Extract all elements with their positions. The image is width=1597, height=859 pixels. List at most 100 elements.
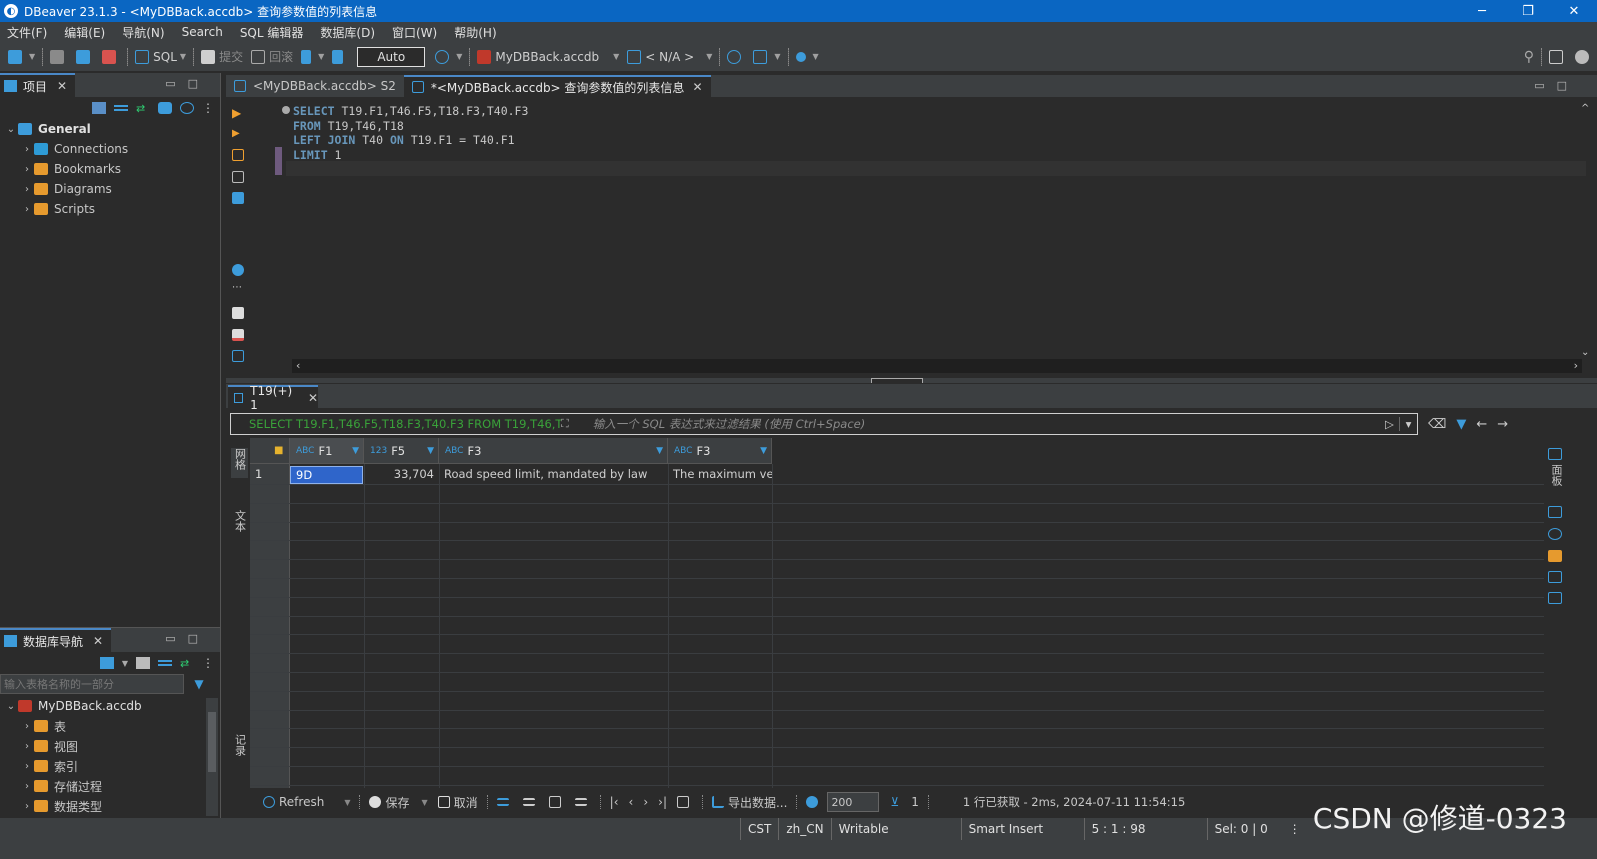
more-icon[interactable]: ⋮ — [202, 101, 214, 115]
tree-root-general[interactable]: ⌄ General — [0, 119, 220, 139]
tree-item-tables[interactable]: › 表 — [0, 716, 220, 736]
scroll-up-icon[interactable]: ^ — [1581, 103, 1589, 114]
datasource-selector[interactable]: MyDBBack.accdb ▼ — [473, 46, 623, 68]
filter-history-dropdown[interactable]: ▾ — [1399, 417, 1417, 431]
edit-row-button[interactable] — [492, 798, 518, 806]
history-button[interactable]: ▼ — [431, 46, 466, 68]
view-grid-tab[interactable]: 网格 — [231, 448, 248, 478]
tree-item-connections[interactable]: › Connections — [0, 139, 220, 159]
console-icon[interactable] — [232, 192, 244, 204]
grid-corner[interactable]: ■ — [250, 438, 290, 464]
table-cell[interactable]: 9D — [290, 466, 363, 484]
more-icon[interactable]: ⋯ — [232, 282, 244, 294]
new-connection-icon[interactable] — [99, 657, 114, 669]
row-count-button[interactable]: ⊻ 1 — [885, 795, 923, 809]
view-text-tab[interactable]: 文本 — [231, 510, 248, 540]
column-header-f5[interactable]: 123 F5 ▼ — [364, 438, 439, 464]
back-icon[interactable]: ← — [1476, 417, 1487, 432]
commit-button[interactable]: 提交 — [197, 46, 247, 68]
editor-results-splitter[interactable] — [226, 378, 1597, 383]
refresh-button[interactable]: Refresh ▼ — [258, 795, 355, 809]
chevron-right-icon[interactable]: › — [20, 184, 34, 195]
metadata-icon[interactable] — [1548, 528, 1562, 540]
new-connection-button[interactable]: ▼ — [4, 46, 39, 68]
scroll-left-icon[interactable]: ‹ — [296, 359, 300, 372]
chevron-right-icon[interactable]: › — [20, 204, 34, 215]
apply-filter-icon[interactable]: ▷ — [1385, 417, 1399, 431]
tree-item-bookmarks[interactable]: › Bookmarks — [0, 159, 220, 179]
sql-editor[interactable]: ▶ ▶ ⋯ SELECT T19.F1,T46.F5,T18.F3,T40.F3… — [226, 97, 1597, 378]
lock-button[interactable] — [328, 46, 351, 68]
save-button[interactable]: 保存 ▼ — [364, 794, 432, 811]
menu-database[interactable]: 数据库(D) — [313, 24, 385, 41]
chevron-right-icon[interactable]: › — [20, 144, 34, 155]
transaction-mode-combo[interactable]: Auto — [357, 46, 426, 67]
global-search-button[interactable]: ⚲ — [1520, 46, 1538, 68]
tree-item-datatypes[interactable]: › 数据类型 — [0, 796, 220, 816]
tab-project[interactable]: 项目 ✕ — [0, 73, 76, 97]
export-script-icon[interactable] — [232, 350, 244, 362]
view-minmax-controls[interactable]: ▭□ — [165, 77, 210, 90]
editor-horizontal-scrollbar[interactable]: ‹ › — [292, 359, 1582, 373]
schema-selector[interactable]: < N/A > ▼ — [623, 46, 716, 68]
find-button[interactable]: ▼ — [792, 46, 823, 68]
scrollbar-thumb[interactable] — [208, 712, 216, 772]
tab-results[interactable]: T19(+) 1 ✕ — [228, 384, 318, 412]
scroll-down-icon[interactable]: ⌄ — [1581, 347, 1589, 358]
chart-icon[interactable] — [1548, 571, 1562, 583]
fetch-size-settings[interactable] — [801, 796, 827, 808]
splitter-grip[interactable] — [871, 378, 923, 383]
more-icon[interactable]: ⋮ — [202, 656, 214, 670]
table-filter-input[interactable]: 输入表格名称的一部分 — [0, 674, 184, 694]
column-header-f3[interactable]: ABC F3 ▼ — [439, 438, 668, 464]
export-data-button[interactable]: 导出数据... — [707, 794, 792, 811]
load-script-icon[interactable] — [232, 307, 244, 319]
filter-icon[interactable]: ▼ — [184, 677, 214, 691]
grid-layout-icon[interactable] — [1548, 506, 1562, 518]
filter-icon[interactable]: ▼ — [1456, 417, 1466, 432]
chevron-right-icon[interactable]: › — [20, 781, 34, 792]
chevron-right-icon[interactable]: › — [20, 721, 34, 732]
forward-icon[interactable]: → — [1497, 417, 1508, 432]
sql-code[interactable]: SELECT T19.F1,T46.F5,T18.F3,T40.F3 FROM … — [293, 104, 528, 162]
scroll-right-icon[interactable]: › — [1574, 359, 1578, 372]
view-record-tab[interactable]: 记录 — [231, 734, 248, 764]
rollback-button[interactable]: 回滚 — [247, 46, 297, 68]
eraser-icon[interactable]: ⌫ — [1428, 417, 1446, 432]
tree-item-procedures[interactable]: › 存储过程 — [0, 776, 220, 796]
results-filter-input[interactable]: SELECT T19.F1,T46.F5,T18.F3,T40.F3 FROM … — [230, 413, 1418, 435]
folder-icon[interactable] — [136, 657, 150, 669]
tab-database-navigator[interactable]: 数据库导航 ✕ — [0, 628, 112, 652]
perspective-button[interactable] — [1545, 46, 1571, 68]
chevron-right-icon[interactable]: › — [20, 761, 34, 772]
menu-file[interactable]: 文件(F) — [0, 24, 57, 41]
execute-icon[interactable]: ▶ — [232, 106, 244, 120]
expand-icon[interactable]: ⛶ — [561, 417, 569, 431]
config-icon[interactable] — [180, 102, 194, 114]
cancel-button[interactable]: 取消 — [433, 794, 483, 811]
collapse-icon[interactable] — [158, 660, 172, 666]
invalidate-button[interactable] — [72, 46, 98, 68]
settings-icon[interactable] — [158, 102, 172, 114]
tree-item-diagrams[interactable]: › Diagrams — [0, 179, 220, 199]
chevron-down-icon[interactable]: ⌄ — [4, 124, 18, 135]
table-cell[interactable]: The maximum veh — [668, 465, 772, 483]
column-header-f1[interactable]: ABC F1 ▼ — [290, 438, 364, 464]
menu-edit[interactable]: 编辑(E) — [57, 24, 115, 41]
settings-icon[interactable] — [232, 264, 244, 276]
link-icon[interactable]: ⇄ — [180, 657, 194, 670]
next-page-button[interactable]: › — [638, 795, 653, 809]
connect-button[interactable] — [46, 46, 72, 68]
dbeaver-perspective-button[interactable] — [1571, 46, 1597, 68]
collapse-icon[interactable] — [114, 105, 128, 111]
navigator-scrollbar[interactable] — [206, 698, 218, 816]
tree-item-views[interactable]: › 视图 — [0, 736, 220, 756]
last-page-button[interactable]: ›| — [653, 795, 672, 809]
menu-sql-editor[interactable]: SQL 编辑器 — [233, 24, 314, 41]
erd-button[interactable]: ▼ — [749, 46, 784, 68]
chevron-down-icon[interactable]: ⌄ — [4, 701, 18, 712]
group-icon[interactable] — [1548, 592, 1562, 604]
panel-toggle-icon[interactable] — [1548, 448, 1562, 460]
table-cell[interactable]: 33,704 — [364, 465, 439, 483]
sql-editor-button[interactable]: SQL ▼ — [131, 46, 190, 68]
